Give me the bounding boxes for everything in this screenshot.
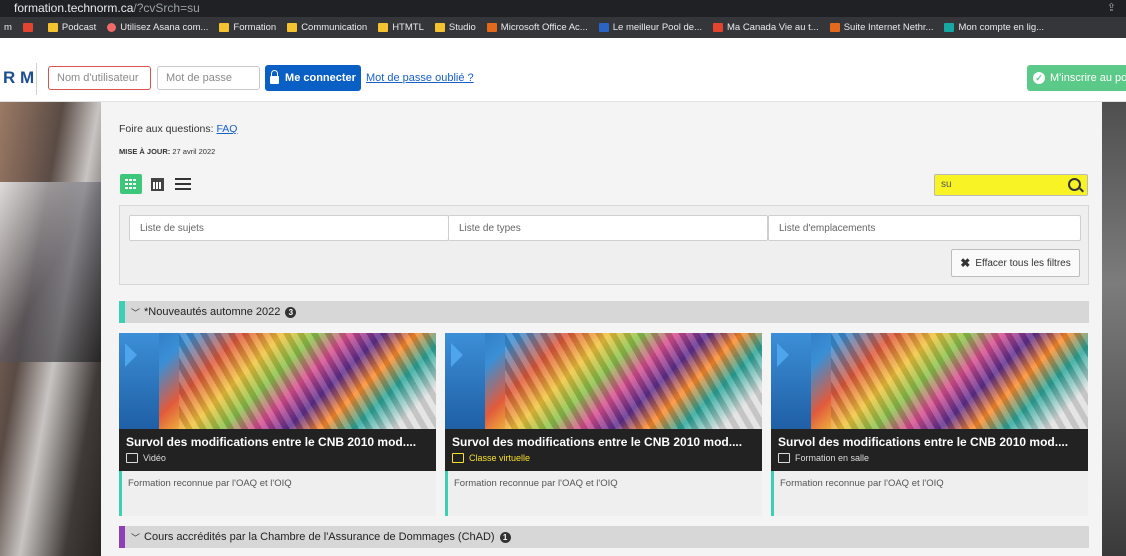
address-text[interactable]: formation.technorm.ca/?cvSrch=su [14, 1, 200, 15]
video-icon [126, 453, 138, 463]
site-header: R M Nom d'utilisateur Mot de passe Me co… [0, 38, 1126, 102]
search-input[interactable]: su [934, 174, 1088, 196]
chevron-down-icon: ﹀ [131, 307, 141, 318]
course-title: Survol des modifications entre le CNB 20… [778, 435, 1069, 449]
category-count-badge: 1 [499, 531, 511, 543]
course-footer: Formation reconnue par l'OAQ et l'OIQ [771, 471, 1088, 516]
bookmark-mon-compte[interactable]: Mon compte en lig... [944, 22, 1044, 33]
chevron-down-icon: ﹀ [131, 532, 141, 543]
bookmark-folder-podcast[interactable]: Podcast [47, 22, 96, 33]
course-image [119, 333, 436, 429]
category-title: *Nouveautés automne 2022 [144, 306, 281, 318]
background-photo-left [0, 102, 101, 556]
category-header[interactable]: ﹀ Cours accrédités par la Chambre de l'A… [119, 526, 1089, 548]
login-label: Me connecter [285, 72, 356, 84]
browser-url-bar[interactable]: formation.technorm.ca/?cvSrch=su ⇪ [0, 0, 1126, 17]
types-select[interactable]: Liste de types [448, 215, 768, 241]
pool-icon [598, 23, 609, 32]
course-card[interactable]: Survol des modifications entre le CNB 20… [119, 333, 436, 516]
course-card[interactable]: Survol des modifications entre le CNB 20… [445, 333, 762, 516]
signup-label: M'inscrire au por [1050, 72, 1126, 84]
course-footer: Formation reconnue par l'OAQ et l'OIQ [119, 471, 436, 516]
course-card[interactable]: Survol des modifications entre le CNB 20… [771, 333, 1088, 516]
locations-select[interactable]: Liste d'emplacements [768, 215, 1081, 241]
clear-filters-label: Effacer tous les filtres [975, 257, 1071, 269]
course-title: Survol des modifications entre le CNB 20… [126, 435, 417, 449]
bookmark-folder-htmtl[interactable]: HTMTL [378, 22, 424, 33]
bookmark-pool[interactable]: Le meilleur Pool de... [598, 22, 702, 33]
course-footer: Formation reconnue par l'OAQ et l'OIQ [445, 471, 762, 516]
header-divider [36, 63, 37, 95]
bookmark-folder-communication[interactable]: Communication [287, 22, 367, 33]
password-field[interactable]: Mot de passe [157, 66, 260, 90]
bookmark-item[interactable] [22, 23, 37, 32]
classroom-icon [778, 453, 790, 463]
search-value: su [941, 179, 952, 190]
bookmarks-bar: m Podcast Utilisez Asana com... Formatio… [0, 17, 1126, 38]
bookmark-suite-internet[interactable]: Suite Internet Nethr... [829, 22, 933, 33]
catalog-panel: Foire aux questions: FAQ MISE À JOUR: 27… [101, 102, 1102, 556]
category-title: Cours accrédités par la Chambre de l'Ass… [144, 531, 495, 543]
account-icon [944, 23, 955, 32]
close-icon: ✖ [960, 256, 971, 270]
bookmark-folder-studio[interactable]: Studio [434, 22, 476, 33]
calendar-view-icon[interactable] [151, 177, 164, 191]
faq-link[interactable]: FAQ [216, 123, 237, 135]
check-icon: ✓ [1033, 72, 1045, 84]
view-switcher [120, 174, 191, 194]
subjects-select[interactable]: Liste de sujets [129, 215, 449, 241]
folder-icon [378, 23, 389, 32]
folder-icon [287, 23, 298, 32]
course-caption: Survol des modifications entre le CNB 20… [119, 429, 436, 471]
faq-line: Foire aux questions: FAQ [119, 123, 238, 135]
canada-vie-icon [712, 23, 723, 32]
asana-icon [107, 23, 117, 32]
course-caption: Survol des modifications entre le CNB 20… [771, 429, 1088, 471]
folder-icon [219, 23, 230, 32]
login-button[interactable]: Me connecter [265, 65, 361, 91]
bookmark-canada-vie[interactable]: Ma Canada Vie au t... [712, 22, 819, 33]
clear-filters-button[interactable]: ✖ Effacer tous les filtres [951, 249, 1080, 277]
course-caption: Survol des modifications entre le CNB 20… [445, 429, 762, 471]
course-type: Classe virtuelle [452, 453, 530, 463]
lock-icon [270, 70, 280, 84]
virtual-class-icon [452, 453, 464, 463]
course-type: Formation en salle [778, 453, 869, 463]
background-photo-right [1102, 102, 1126, 556]
course-image [445, 333, 762, 429]
search-icon[interactable] [1068, 178, 1081, 191]
site-logo[interactable]: R M [3, 68, 34, 88]
course-image [771, 333, 1088, 429]
suite-icon [829, 23, 840, 32]
update-line: MISE À JOUR: 27 avril 2022 [119, 147, 216, 156]
bookmark-item[interactable]: m [4, 22, 12, 33]
bookmark-asana[interactable]: Utilisez Asana com... [107, 22, 208, 33]
course-title: Survol des modifications entre le CNB 20… [452, 435, 743, 449]
office-icon [486, 23, 497, 32]
category-accent [119, 301, 125, 323]
course-type: Vidéo [126, 453, 166, 463]
bookmark-icon [22, 23, 33, 32]
bookmark-office[interactable]: Microsoft Office Ac... [486, 22, 588, 33]
folder-icon [47, 23, 58, 32]
share-icon[interactable]: ⇪ [1107, 1, 1116, 14]
category-accent [119, 526, 125, 548]
username-field[interactable]: Nom d'utilisateur [48, 66, 151, 90]
bookmark-folder-formation[interactable]: Formation [219, 22, 276, 33]
filters-box: Liste de sujets Liste de types Liste d'e… [119, 205, 1089, 285]
grid-view-icon[interactable] [120, 174, 142, 194]
forgot-password-link[interactable]: Mot de passe oublié ? [366, 72, 474, 84]
list-view-icon[interactable] [175, 178, 191, 190]
signup-button[interactable]: ✓ M'inscrire au por [1027, 65, 1126, 91]
category-count-badge: 3 [285, 306, 297, 318]
folder-icon [434, 23, 445, 32]
category-header[interactable]: ﹀ *Nouveautés automne 2022 3 [119, 301, 1089, 323]
